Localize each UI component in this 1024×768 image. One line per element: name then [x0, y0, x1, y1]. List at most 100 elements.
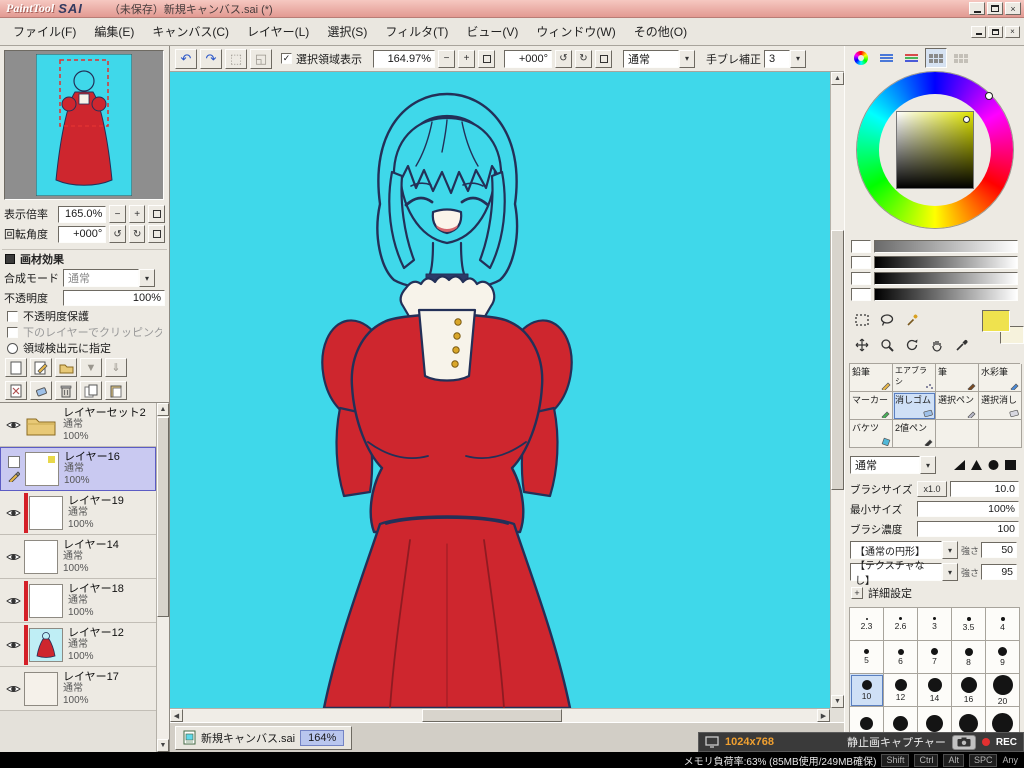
layer-row-16-selected[interactable]: レイヤー16 通常 100% [0, 447, 156, 491]
size-preset[interactable]: 5 [850, 641, 884, 674]
edge-shape-linear[interactable] [970, 459, 983, 471]
snapshot-button[interactable] [951, 734, 976, 750]
tool-select-pen[interactable]: 選択ペン [936, 392, 979, 420]
size-preset[interactable]: 3 [918, 608, 952, 641]
clipping-group-checkbox[interactable] [7, 326, 18, 338]
menu-layer[interactable]: レイヤー(L) [238, 19, 318, 44]
selection-source-radio[interactable] [7, 342, 18, 354]
chevron-down-icon[interactable]: ▾ [942, 541, 958, 559]
scrollbar-thumb[interactable] [157, 417, 169, 617]
delete-layer-button[interactable] [55, 381, 77, 400]
canvas-vertical-scrollbar[interactable]: ▲ ▼ [830, 72, 844, 708]
undo-button[interactable]: ↶ [175, 48, 197, 69]
scroll-left-arrow[interactable]: ◀ [170, 709, 183, 722]
hue-cursor[interactable] [985, 92, 993, 100]
maximize-button[interactable] [987, 2, 1003, 15]
chevron-down-icon[interactable]: ▾ [139, 269, 155, 287]
layer-visibility-eye-icon[interactable] [5, 596, 21, 606]
canvas-zoom-in-button[interactable]: + [458, 49, 475, 68]
menu-canvas[interactable]: キャンバス(C) [143, 19, 238, 44]
transfer-down-button[interactable]: ▼ [80, 358, 102, 377]
erase-layer-button[interactable] [30, 381, 52, 400]
tool-eraser[interactable]: 消しゴム [893, 392, 936, 420]
size-preset-selected[interactable]: 10 [850, 674, 884, 707]
layer-row-set2[interactable]: レイヤーセット2 通常 100% [0, 403, 156, 447]
brush-size-slider[interactable]: 10.0 [950, 481, 1019, 497]
menu-select[interactable]: 選択(S) [318, 19, 376, 44]
angle-reset-button[interactable] [148, 225, 165, 243]
merge-down-button[interactable]: ⇓ [105, 358, 127, 377]
menu-filter[interactable]: フィルタ(T) [376, 19, 457, 44]
tool-bucket[interactable]: バケツ [850, 420, 893, 448]
minimize-button[interactable] [969, 2, 985, 15]
eyedropper-tool[interactable] [950, 333, 974, 357]
new-linework-layer-button[interactable] [30, 358, 52, 377]
show-selection-checkbox[interactable]: ✓ [281, 53, 292, 64]
doc-restore-button[interactable] [988, 25, 1003, 38]
layer-visibility-eye-icon[interactable] [5, 684, 21, 694]
edge-shape-binary[interactable] [1004, 459, 1017, 471]
copy-layer-button[interactable] [80, 381, 102, 400]
tool-marker[interactable]: マーカー [850, 392, 893, 420]
size-preset[interactable]: 7 [918, 641, 952, 674]
color-slider[interactable] [874, 287, 1018, 301]
saturation-value-square[interactable] [896, 111, 974, 189]
tool-binary-pen[interactable]: 2値ペン [893, 420, 936, 448]
rotate-cw-button[interactable]: ↻ [128, 225, 146, 243]
size-preset[interactable]: 20 [986, 674, 1020, 707]
rgb-slider-tab[interactable] [875, 48, 897, 68]
menu-others[interactable]: その他(O) [625, 19, 696, 44]
size-preset[interactable]: 12 [884, 674, 918, 707]
layer-row-12[interactable]: レイヤー12 通常 100% [0, 623, 156, 667]
layer-row-14[interactable]: レイヤー14 通常 100% [0, 535, 156, 579]
vertical-scroll-thumb[interactable] [831, 230, 844, 490]
canvas-angle-value[interactable]: +000° [504, 49, 552, 68]
menu-file[interactable]: ファイル(F) [4, 19, 85, 44]
move-tool[interactable] [850, 333, 874, 357]
tool-brush[interactable]: 筆 [936, 364, 979, 392]
size-preset[interactable]: 14 [918, 674, 952, 707]
menu-window[interactable]: ウィンドウ(W) [527, 19, 624, 44]
zoom-reset-button[interactable] [148, 205, 165, 223]
canvas-horizontal-scrollbar[interactable]: ◀ ▶ [170, 708, 830, 722]
color-slider[interactable] [874, 239, 1018, 253]
edge-shape-hard[interactable] [987, 459, 1000, 471]
color-wheel[interactable] [845, 70, 1024, 234]
texture-strength-slider[interactable]: 95 [981, 564, 1018, 580]
blend-mode-dropdown[interactable]: 通常 ▾ [63, 269, 155, 287]
layer-visibility-eye-icon[interactable] [5, 420, 21, 430]
paint-mode-dropdown[interactable]: 通常 ▾ [623, 49, 695, 68]
paste-layer-button[interactable] [105, 381, 127, 400]
navigator-zoom-value[interactable]: 165.0% [57, 205, 107, 223]
size-preset[interactable]: 9 [986, 641, 1020, 674]
canvas-zoom-reset-button[interactable] [478, 49, 495, 68]
selection-source-option[interactable]: 領域検出元に指定 [0, 340, 169, 356]
canvas-rotate-ccw-button[interactable]: ↺ [555, 49, 572, 68]
preserve-opacity-option[interactable]: 不透明度保護 [0, 308, 169, 324]
chevron-down-icon[interactable]: ▾ [679, 49, 695, 68]
layer-list-scrollbar[interactable]: ▲ ▼ [156, 403, 169, 752]
foreground-color-swatch[interactable] [982, 310, 1010, 332]
color-slider[interactable] [874, 271, 1018, 285]
clipping-group-option[interactable]: 下のレイヤーでクリッピング [0, 324, 169, 340]
size-preset[interactable]: 2.3 [850, 608, 884, 641]
edge-shape-soft[interactable] [953, 459, 966, 471]
size-preset[interactable]: 8 [952, 641, 986, 674]
rec-label[interactable]: REC [996, 737, 1017, 748]
canvas-zoom-value[interactable]: 164.97% [373, 49, 435, 68]
invert-selection-button[interactable]: ◱ [250, 48, 272, 69]
horizontal-scroll-thumb[interactable] [422, 709, 562, 722]
chevron-down-icon[interactable]: ▾ [942, 563, 958, 581]
layer-visibility-eye-icon[interactable] [5, 552, 21, 562]
drawing-canvas[interactable] [170, 72, 830, 708]
scroll-down-arrow[interactable]: ▼ [157, 739, 169, 752]
shape-strength-slider[interactable]: 50 [981, 542, 1018, 558]
tool-select-eraser[interactable]: 選択消し [979, 392, 1022, 420]
canvas-zoom-out-button[interactable]: − [438, 49, 455, 68]
navigator-angle-value[interactable]: +000° [57, 225, 107, 243]
layer-visibility-box[interactable] [8, 456, 20, 468]
size-preset[interactable]: 2.6 [884, 608, 918, 641]
lasso-tool[interactable] [875, 308, 899, 332]
preserve-opacity-checkbox[interactable] [7, 310, 18, 322]
color-slider[interactable] [874, 255, 1018, 269]
